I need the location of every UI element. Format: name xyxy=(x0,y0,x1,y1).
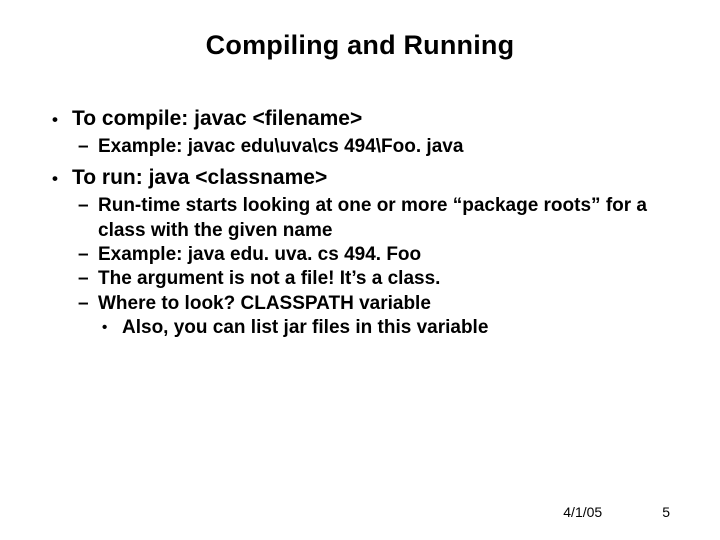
footer-date: 4/1/05 xyxy=(563,504,602,520)
sub-bullet-item: – Run-time starts looking at one or more… xyxy=(78,194,670,243)
footer-page-number: 5 xyxy=(662,504,670,520)
sub-bullet-text: Run-time starts looking at one or more “… xyxy=(98,194,670,243)
bullet-text: To run: java <classname> xyxy=(72,165,670,192)
slide: Compiling and Running • To compile: java… xyxy=(0,0,720,540)
sub-bullet-item: – Example: java edu. uva. cs 494. Foo xyxy=(78,243,670,267)
slide-footer: 4/1/05 5 xyxy=(563,504,670,520)
sub-bullet-item: – Example: javac edu\uva\cs 494\Foo. jav… xyxy=(78,135,670,159)
dash-icon: – xyxy=(78,194,98,218)
sub-bullet-text: The argument is not a file! It’s a class… xyxy=(98,267,670,291)
bullet-dot-icon: • xyxy=(102,316,122,340)
sub-bullet-text: Example: java edu. uva. cs 494. Foo xyxy=(98,243,670,267)
slide-title: Compiling and Running xyxy=(50,30,670,61)
sub-bullet-text: Example: javac edu\uva\cs 494\Foo. java xyxy=(98,135,670,159)
dash-icon: – xyxy=(78,243,98,267)
slide-body: • To compile: javac <filename> – Example… xyxy=(50,106,670,340)
subsub-bullet-item: • Also, you can list jar files in this v… xyxy=(102,316,670,340)
bullet-text: To compile: javac <filename> xyxy=(72,106,670,133)
sub-bullet-item: – The argument is not a file! It’s a cla… xyxy=(78,267,670,291)
dash-icon: – xyxy=(78,292,98,316)
sub-bullet-text: Where to look? CLASSPATH variable xyxy=(98,292,670,316)
bullet-dot-icon: • xyxy=(50,165,72,192)
subsub-bullet-text: Also, you can list jar files in this var… xyxy=(122,316,488,340)
dash-icon: – xyxy=(78,135,98,159)
sub-bullet-item: – Where to look? CLASSPATH variable • Al… xyxy=(78,292,670,341)
bullet-item: • To compile: javac <filename> – Example… xyxy=(50,106,670,159)
bullet-dot-icon: • xyxy=(50,106,72,133)
bullet-item: • To run: java <classname> – Run-time st… xyxy=(50,165,670,340)
dash-icon: – xyxy=(78,267,98,291)
